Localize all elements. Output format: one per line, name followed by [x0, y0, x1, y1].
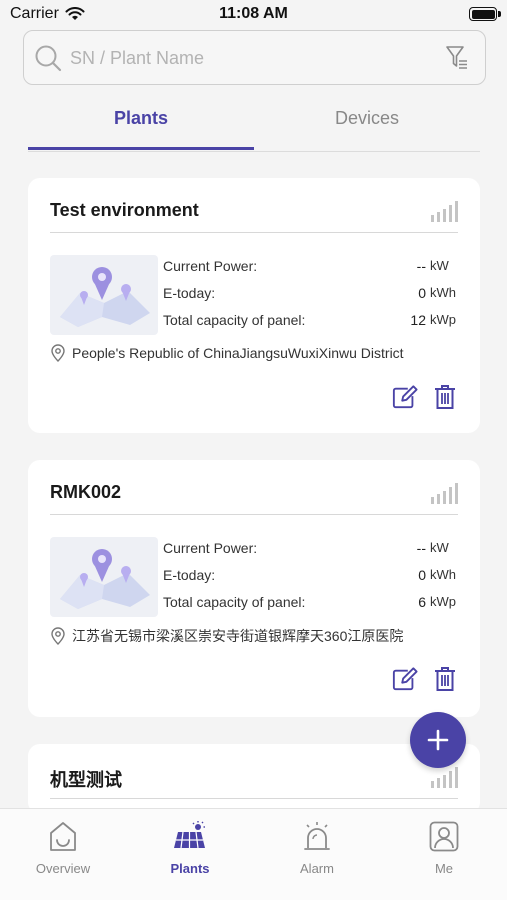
capacity-unit: kWp — [430, 594, 456, 609]
nav-item-me[interactable]: Me — [381, 821, 507, 891]
plant-name: 机型测试 — [50, 770, 122, 790]
card-actions — [392, 384, 458, 410]
search-bar — [23, 30, 486, 85]
alarm-bell-icon — [304, 822, 330, 850]
tab-bar: Plants Devices — [28, 100, 480, 152]
battery-icon — [469, 7, 501, 21]
address-text: People's Republic of ChinaJiangsuWuxiXin… — [72, 345, 404, 361]
nav-label-alarm: Alarm — [300, 861, 334, 876]
tab-devices[interactable]: Devices — [254, 100, 480, 150]
e-today-row: E-today: 0 kWh — [163, 285, 458, 312]
signal-strength-icon — [431, 483, 458, 504]
plant-address: 江苏省无锡市梁溪区崇安寺街道银辉摩天360江原医院 — [50, 626, 403, 646]
plant-stats: Current Power: -- kW E-today: 0 kWh Tota… — [163, 540, 458, 621]
e-today-value: 0 — [418, 285, 426, 301]
edit-icon — [392, 385, 418, 409]
delete-button[interactable] — [432, 384, 458, 410]
trash-icon — [435, 385, 455, 409]
current-power-unit: kW — [430, 258, 449, 273]
status-time: 11:08 AM — [219, 5, 288, 22]
trash-icon — [435, 667, 455, 691]
capacity-value: 12 — [410, 312, 426, 328]
status-bar: Carrier 11:08 AM — [0, 0, 507, 30]
nav-label-me: Me — [434, 861, 454, 876]
e-today-unit: kWh — [430, 567, 456, 582]
filter-icon[interactable] — [445, 45, 469, 71]
e-today-label: E-today: — [163, 567, 216, 583]
plant-stats: Current Power: -- kW E-today: 0 kWh Tota… — [163, 258, 458, 339]
signal-strength-icon — [431, 767, 458, 788]
current-power-label: Current Power: — [163, 258, 258, 274]
user-icon — [429, 821, 459, 852]
e-today-unit: kWh — [430, 285, 456, 300]
capacity-label: Total capacity of panel: — [163, 594, 306, 610]
nav-item-alarm[interactable]: Alarm — [254, 821, 380, 891]
add-plant-button[interactable] — [410, 712, 466, 768]
delete-button[interactable] — [432, 666, 458, 692]
card-divider — [50, 798, 458, 799]
bottom-nav: Overview Plants Alarm Me — [0, 808, 507, 900]
card-divider — [50, 232, 458, 233]
active-tab-indicator — [28, 147, 254, 150]
plant-map-image — [50, 255, 158, 335]
plant-address: People's Republic of ChinaJiangsuWuxiXin… — [50, 344, 404, 362]
nav-item-overview[interactable]: Overview — [0, 821, 126, 891]
plant-name: RMK002 — [50, 482, 122, 502]
card-divider — [50, 514, 458, 515]
search-input[interactable] — [70, 39, 430, 77]
current-power-label: Current Power: — [163, 540, 258, 556]
plant-card[interactable]: RMK002 Current Power: -- kW E-today: 0 k… — [28, 460, 480, 717]
current-power-row: Current Power: -- kW — [163, 540, 458, 567]
plus-icon — [427, 729, 449, 751]
plant-card[interactable]: Test environment Current Power: -- kW E-… — [28, 178, 480, 433]
nav-label-overview: Overview — [35, 861, 91, 876]
current-power-value: -- — [416, 258, 426, 274]
tab-plants[interactable]: Plants — [28, 100, 254, 150]
signal-strength-icon — [431, 201, 458, 222]
edit-button[interactable] — [392, 384, 418, 410]
capacity-value: 6 — [418, 594, 426, 610]
nav-item-plants[interactable]: Plants — [127, 821, 253, 891]
capacity-label: Total capacity of panel: — [163, 312, 306, 328]
e-today-row: E-today: 0 kWh — [163, 567, 458, 594]
home-icon — [50, 822, 76, 851]
address-text: 江苏省无锡市梁溪区崇安寺街道银辉摩天360江原医院 — [72, 628, 404, 644]
solar-panel-icon — [174, 821, 205, 849]
plant-card[interactable]: 机型测试 — [28, 744, 480, 814]
capacity-row: Total capacity of panel: 6 kWp — [163, 594, 458, 621]
edit-button[interactable] — [392, 666, 418, 692]
location-pin-icon — [51, 344, 65, 362]
current-power-row: Current Power: -- kW — [163, 258, 458, 285]
current-power-unit: kW — [430, 540, 449, 555]
edit-icon — [392, 667, 418, 691]
plant-name: Test environment — [50, 200, 199, 220]
location-pin-icon — [51, 627, 65, 645]
capacity-row: Total capacity of panel: 12 kWp — [163, 312, 458, 339]
e-today-value: 0 — [418, 567, 426, 583]
nav-label-plants: Plants — [170, 861, 210, 876]
search-icon — [35, 45, 62, 72]
plant-map-image — [50, 537, 158, 617]
capacity-unit: kWp — [430, 312, 456, 327]
card-actions — [392, 666, 458, 692]
e-today-label: E-today: — [163, 285, 216, 301]
current-power-value: -- — [416, 540, 426, 556]
